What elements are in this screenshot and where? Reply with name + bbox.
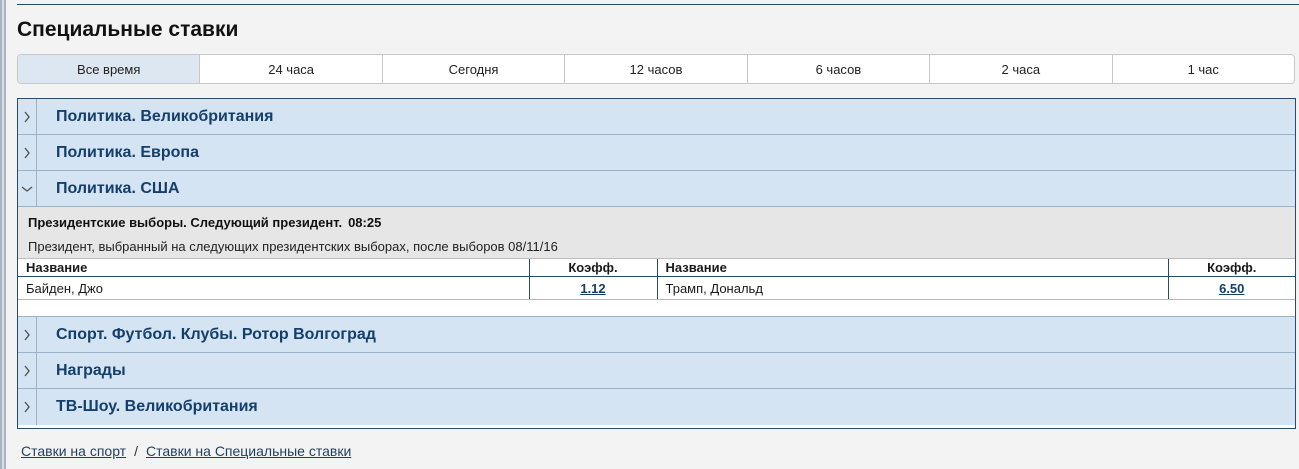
category-politics-usa[interactable]: Политика. США [18,171,1295,207]
chevron-down-icon [18,171,37,206]
tab-today[interactable]: Сегодня [381,55,564,83]
breadcrumb-link-special-bets[interactable]: Ставки на Специальные ставки [146,443,351,459]
tab-2-hours[interactable]: 2 часа [929,55,1111,83]
odds-link-biden[interactable]: 1.12 [580,281,605,296]
column-header-coef: Коэфф. [529,259,658,277]
category-politics-uk[interactable]: Политика. Великобритания [18,99,1295,135]
chevron-right-icon [18,135,37,170]
page-title: Специальные ставки [17,18,239,41]
category-tv-show-uk[interactable]: ТВ-Шоу. Великобритания [18,389,1295,425]
event-description: Президент, выбранный на следующих презид… [28,239,558,254]
breadcrumb-separator: / [134,443,138,459]
tab-24-hours[interactable]: 24 часа [199,55,381,83]
category-label: Политика. Великобритания [56,108,274,125]
chevron-right-icon [18,99,37,134]
time-filter-tabs: Все время 24 часа Сегодня 12 часов 6 час… [17,54,1295,84]
chevron-right-icon [18,317,37,352]
chevron-right-icon [18,389,37,425]
tab-1-hour[interactable]: 1 час [1111,55,1294,83]
category-label: Спорт. Футбол. Клубы. Ротор Волгоград [56,326,376,343]
category-politics-europe[interactable]: Политика. Европа [18,135,1295,171]
event-title: Президентские выборы. Следующий президен… [28,215,381,230]
breadcrumb-link-sports-betting[interactable]: Ставки на спорт [21,443,126,459]
window-edge [0,0,6,469]
odds-table-header: Название Коэфф. Название Коэфф. [18,259,1295,277]
breadcrumb: Ставки на спорт / Ставки на Специальные ст… [21,443,351,459]
categories-panel: Политика. Великобритания Политика. Европ… [17,98,1296,429]
tab-6-hours[interactable]: 6 часов [746,55,929,83]
selection-name: Трамп, Дональд [657,276,1169,300]
column-header-name: Название [18,259,530,277]
chevron-right-icon [18,353,37,388]
column-header-name: Название [657,259,1169,277]
top-divider [17,4,1299,5]
table-row: Байден, Джо 1.12 Трамп, Дональд 6.50 [18,276,1295,300]
column-header-coef: Коэфф. [1168,259,1295,277]
category-label: ТВ-Шоу. Великобритания [56,398,258,415]
tab-all-time[interactable]: Все время [18,55,200,83]
category-awards[interactable]: Награды [18,353,1295,389]
event-header: Президентские выборы. Следующий президен… [18,207,1295,259]
event-time: 08:25 [348,215,382,230]
selection-name: Байден, Джо [18,276,530,300]
odds-table: Название Коэфф. Название Коэфф. Байден, … [18,259,1295,300]
category-label: Политика. Европа [56,144,199,161]
event-title-text: Президентские выборы. Следующий президен… [28,215,343,230]
odds-link-trump[interactable]: 6.50 [1219,281,1244,296]
spacer [18,300,1295,317]
category-label: Награды [56,362,126,379]
tab-12-hours[interactable]: 12 часов [564,55,746,83]
category-sport-football-rotor[interactable]: Спорт. Футбол. Клубы. Ротор Волгоград [18,317,1295,353]
category-label: Политика. США [56,180,180,197]
